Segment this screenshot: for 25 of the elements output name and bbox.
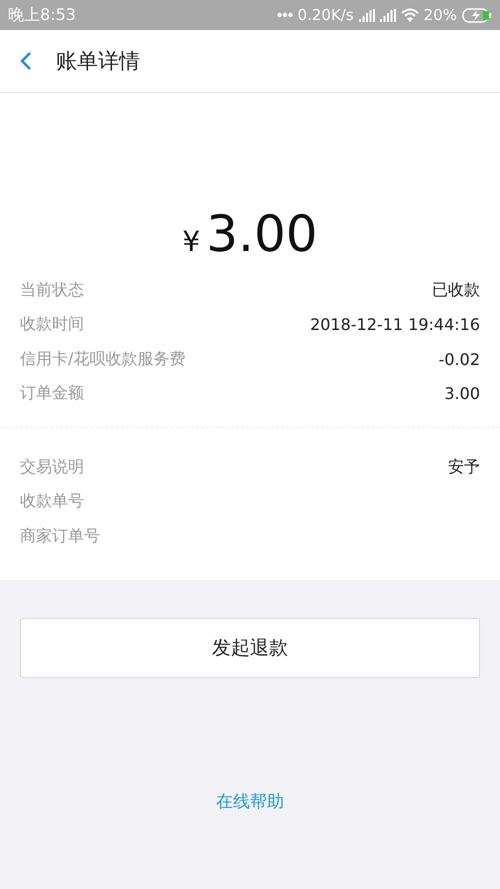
field-label: 交易说明 [20,456,84,478]
page-title: 账单详情 [56,48,140,75]
battery-percent: 20% [424,6,457,24]
more-dots-icon [276,12,293,18]
field-label: 收款单号 [20,491,84,512]
signal-icon [358,8,375,22]
signal-icon [380,8,396,22]
back-button[interactable] [20,51,32,71]
field-value: 安予 [448,456,480,478]
field-label: 收款时间 [20,314,84,336]
field-value: -0.02 [438,350,480,369]
field-label: 订单金额 [20,383,84,404]
currency-symbol: ¥ [182,225,200,258]
field-label: 信用卡/花呗收款服务费 [20,348,186,370]
field-value: 2018-12-11 19:44:16 [310,315,480,334]
wifi-icon [400,8,419,22]
field-label: 商家订单号 [20,526,100,547]
clock-time: 晚上8:53 [8,4,76,26]
battery-icon [462,8,492,22]
field-value: 3.00 [444,384,480,404]
field-label: 当前状态 [20,280,84,301]
amount-value: 3.00 [206,209,318,259]
network-speed: 0.20K/s [298,6,354,24]
refund-button[interactable]: 发起退款 [20,618,480,678]
field-value: 已收款 [432,280,480,301]
